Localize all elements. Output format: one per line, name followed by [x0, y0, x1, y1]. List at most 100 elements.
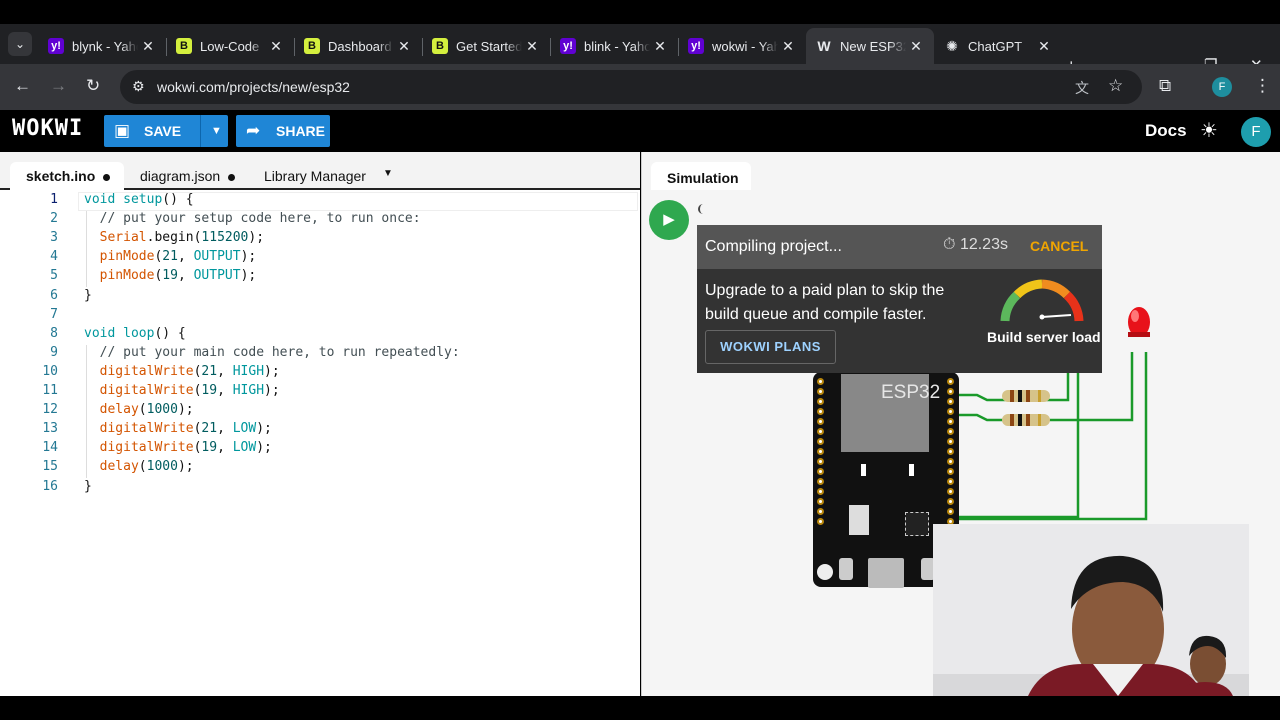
- browser-tab-title: Low-Code: [200, 38, 260, 54]
- tab-diagram-json[interactable]: diagram.json: [140, 162, 250, 190]
- board-pin[interactable]: [947, 418, 954, 425]
- board-pin[interactable]: [817, 388, 824, 395]
- browser-tab[interactable]: B Get Started ✕: [422, 28, 550, 64]
- board-pin[interactable]: [817, 488, 824, 495]
- browser-tab[interactable]: ✺ ChatGPT ✕: [934, 28, 1062, 64]
- code-line[interactable]: 11 digitalWrite(19, HIGH);: [0, 383, 640, 402]
- board-pin[interactable]: [817, 478, 824, 485]
- code-line[interactable]: 3 Serial.begin(115200);: [0, 230, 640, 249]
- code-line[interactable]: 13 digitalWrite(21, LOW);: [0, 421, 640, 440]
- timer-value: 12.23s: [959, 236, 1008, 253]
- board-pin[interactable]: [817, 428, 824, 435]
- code-line[interactable]: 12 delay(1000);: [0, 402, 640, 421]
- usb-port: [868, 558, 904, 588]
- browser-menu-icon[interactable]: ⋮: [1254, 76, 1271, 96]
- browser-tab[interactable]: y! blynk - Yahoo✕: [38, 28, 166, 64]
- close-tab-icon[interactable]: ✕: [266, 38, 286, 55]
- code-line[interactable]: 10 digitalWrite(21, HIGH);: [0, 364, 640, 383]
- close-tab-icon[interactable]: ✕: [1034, 38, 1054, 55]
- usb-chip: [905, 512, 929, 536]
- board-pin[interactable]: [947, 438, 954, 445]
- board-pin[interactable]: [947, 488, 954, 495]
- browser-tab[interactable]: W New ESP32 ✕: [806, 28, 934, 64]
- bookmark-star-icon[interactable]: ☆: [1108, 76, 1123, 96]
- browser-tab[interactable]: B Low-Code ✕: [166, 28, 294, 64]
- board-pin[interactable]: [817, 418, 824, 425]
- tab-library-manager[interactable]: Library Manager: [264, 162, 384, 190]
- yahoo-icon: y!: [688, 38, 704, 54]
- close-tab-icon[interactable]: ✕: [522, 38, 542, 55]
- board-pin[interactable]: [817, 498, 824, 505]
- save-label: SAVE: [144, 123, 182, 139]
- browser-tab[interactable]: B Dashboard ✕: [294, 28, 422, 64]
- theme-toggle-icon[interactable]: ☀: [1200, 118, 1218, 143]
- code-line[interactable]: 6}: [0, 288, 640, 307]
- board-pin[interactable]: [947, 468, 954, 475]
- save-button[interactable]: ▣ SAVE ▼: [104, 115, 228, 147]
- code-line[interactable]: 4 pinMode(21, OUTPUT);: [0, 249, 640, 268]
- extensions-icon[interactable]: ⧉: [1159, 76, 1171, 96]
- code-line[interactable]: 15 delay(1000);: [0, 459, 640, 478]
- board-pin[interactable]: [817, 448, 824, 455]
- forward-button[interactable]: →: [50, 76, 67, 96]
- code-line[interactable]: 14 digitalWrite(19, LOW);: [0, 440, 640, 459]
- board-pin[interactable]: [947, 448, 954, 455]
- user-avatar[interactable]: F: [1241, 117, 1271, 147]
- close-tab-icon[interactable]: ✕: [650, 38, 670, 55]
- code-line[interactable]: 1 void setup() {: [0, 192, 640, 211]
- code-line[interactable]: 9 // put your main code here, to run rep…: [0, 345, 640, 364]
- save-dropdown-icon[interactable]: ▼: [200, 115, 222, 147]
- wokwi-logo[interactable]: WOKWI: [12, 116, 83, 141]
- code-line[interactable]: 16}: [0, 479, 640, 498]
- cancel-button[interactable]: CANCEL: [1030, 238, 1088, 254]
- board-pin[interactable]: [947, 378, 954, 385]
- browser-tab-title: Get Started: [456, 38, 522, 54]
- line-text: }: [84, 478, 92, 494]
- tab-sketch-ino[interactable]: sketch.ino: [10, 162, 124, 190]
- code-line[interactable]: 2 // put your setup code here, to run on…: [0, 211, 640, 230]
- board-pin[interactable]: [817, 408, 824, 415]
- translate-icon[interactable]: 文: [1075, 78, 1089, 98]
- browser-tab[interactable]: y! wokwi - Yahoo✕: [678, 28, 806, 64]
- browser-tab[interactable]: y! blink - Yahoo✕: [550, 28, 678, 64]
- board-pin[interactable]: [947, 508, 954, 515]
- blynk-icon: B: [304, 38, 320, 54]
- site-info-icon[interactable]: ⚙: [132, 78, 145, 95]
- boot-button[interactable]: [839, 558, 853, 580]
- close-tab-icon[interactable]: ✕: [394, 38, 414, 55]
- board-pin[interactable]: [947, 388, 954, 395]
- board-pin[interactable]: [817, 458, 824, 465]
- share-button[interactable]: ➦ SHARE: [236, 115, 330, 147]
- board-pin[interactable]: [817, 438, 824, 445]
- wokwi-plans-button[interactable]: WOKWI PLANS: [705, 330, 836, 364]
- board-pin[interactable]: [817, 398, 824, 405]
- board-pin[interactable]: [947, 428, 954, 435]
- board-pin[interactable]: [947, 498, 954, 505]
- board-pin[interactable]: [817, 518, 824, 525]
- board-pin[interactable]: [947, 408, 954, 415]
- tab-label: diagram.json: [140, 168, 221, 184]
- url-text[interactable]: wokwi.com/projects/new/esp32: [157, 79, 350, 95]
- editor-tabs-dropdown-icon[interactable]: ▼: [383, 168, 393, 179]
- board-pin[interactable]: [947, 478, 954, 485]
- back-button[interactable]: ←: [14, 76, 31, 96]
- reload-button[interactable]: ↻: [86, 76, 100, 96]
- omnibox[interactable]: ⚙ wokwi.com/projects/new/esp32 文 ☆: [120, 70, 1142, 104]
- board-pin[interactable]: [947, 398, 954, 405]
- code-line[interactable]: 7: [0, 307, 640, 326]
- top-black-bar: [0, 0, 1280, 24]
- line-number: 4: [50, 249, 58, 265]
- code-line[interactable]: 8 void loop() {: [0, 326, 640, 345]
- resistor-1: [1002, 390, 1050, 402]
- board-pin[interactable]: [947, 458, 954, 465]
- code-line[interactable]: 5 pinMode(19, OUTPUT);: [0, 268, 640, 287]
- board-pin[interactable]: [817, 378, 824, 385]
- close-tab-icon[interactable]: ✕: [906, 38, 926, 55]
- docs-link[interactable]: Docs: [1145, 121, 1187, 141]
- profile-avatar[interactable]: F: [1212, 77, 1232, 97]
- board-pin[interactable]: [817, 508, 824, 515]
- tab-search-button[interactable]: ⌄: [8, 32, 32, 56]
- board-pin[interactable]: [817, 468, 824, 475]
- close-tab-icon[interactable]: ✕: [778, 38, 798, 55]
- close-tab-icon[interactable]: ✕: [138, 38, 158, 55]
